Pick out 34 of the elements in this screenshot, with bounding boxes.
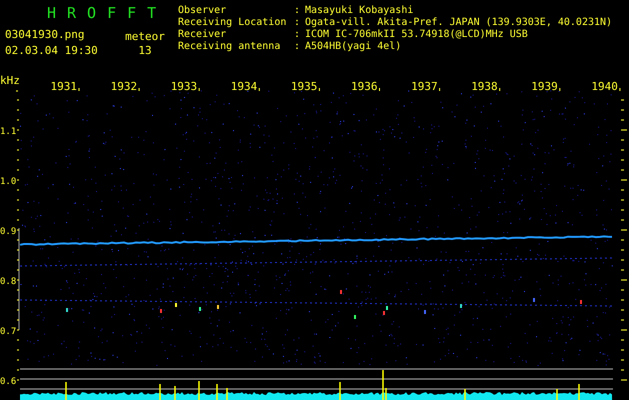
info-separator: : (294, 41, 302, 53)
info-value: Ogata-vill. Akita-Pref. JAPAN (139.9303E, 40.0231N) (305, 17, 612, 29)
time-label: 1938 (471, 80, 498, 93)
info-value: A504HB(yagi 4el) (305, 41, 402, 53)
info-label: Receiving antenna (178, 41, 282, 53)
time-label: 1939 (531, 80, 558, 93)
meteor-count: 13 (137, 44, 153, 59)
frequency-label: 0.8 (0, 277, 16, 287)
app-title: HROFFT (46, 4, 168, 24)
info-label: Observer (178, 5, 228, 17)
frequency-label: 0.7 (0, 327, 16, 337)
info-label: Receiving Location (178, 17, 288, 29)
info-separator: : (294, 5, 302, 17)
info-separator: : (294, 17, 302, 29)
file-name: 03041930.png (4, 28, 86, 43)
time-label: 1935 (290, 80, 318, 93)
meteor-label: meteor (124, 30, 166, 44)
info-separator: : (294, 29, 302, 41)
axis-unit: kHz (0, 75, 20, 87)
frequency-label: 1.1 (0, 127, 16, 137)
frequency-label: 0.9 (0, 227, 16, 237)
info-value: ICOM IC-706mkII 53.74918(@LCD)MHz USB (305, 29, 529, 41)
time-label: 1936 (351, 80, 378, 93)
time-label: 1932 (110, 80, 138, 93)
time-label: 1937 (411, 80, 438, 93)
time-label: 1940 (591, 80, 618, 93)
time-label: 1934 (230, 80, 258, 93)
time-label: 1931 (50, 80, 77, 93)
date-time: 02.03.04 19:30 (4, 44, 99, 59)
time-label: 1933 (170, 80, 198, 93)
info-value: Masayuki Kobayashi (305, 5, 414, 17)
frequency-label: 1.0 (0, 177, 16, 187)
info-label: Receiver (178, 29, 228, 41)
frequency-label: 0.6 (0, 377, 16, 387)
